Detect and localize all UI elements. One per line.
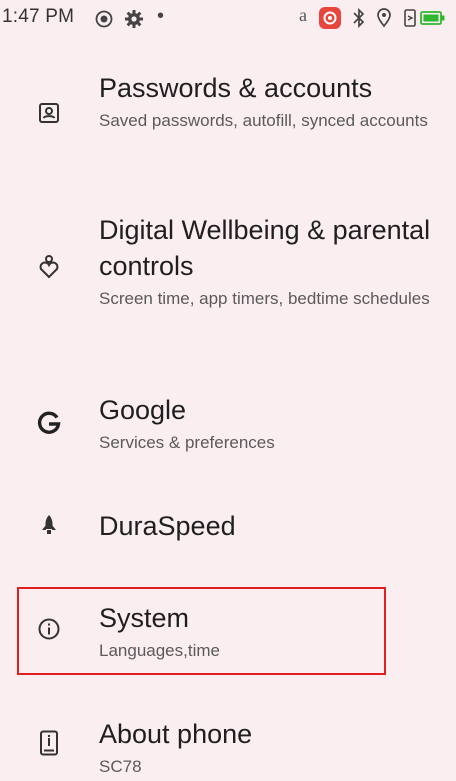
system-highlight-box [17, 587, 386, 675]
app-letter: a [299, 5, 307, 25]
battery-icon [420, 11, 445, 25]
wellbeing-icon [34, 252, 64, 282]
settings-item-duraspeed[interactable]: DuraSpeed [0, 500, 456, 560]
app-notification-icon [319, 7, 341, 29]
settings-item-subtitle: Screen time, app timers, bedtime schedul… [99, 289, 430, 308]
settings-item-passwords-accounts[interactable]: Passwords & accounts Saved passwords, au… [0, 62, 456, 172]
settings-item-title: DuraSpeed [99, 511, 236, 541]
settings-item-title: Passwords & accounts [99, 73, 373, 103]
gear-icon [125, 10, 143, 28]
settings-item-subtitle: Saved passwords, autofill, synced accoun… [99, 111, 428, 130]
settings-item-subtitle: SC78 [99, 757, 142, 776]
settings-item-about-phone[interactable]: About phone SC78 [0, 712, 456, 781]
status-bar: 1:47 PM • a [0, 0, 456, 34]
phone-icon [34, 728, 64, 758]
account-box-icon [34, 98, 64, 128]
settings-item-subtitle: Services & preferences [99, 433, 275, 452]
settings-item-digital-wellbeing[interactable]: Digital Wellbeing & parental controls Sc… [0, 206, 456, 356]
settings-item-title: About phone [99, 719, 253, 749]
google-icon [34, 408, 64, 438]
rocket-icon [34, 510, 64, 540]
bluetooth-icon [353, 8, 365, 28]
vibrate-icon [404, 9, 416, 27]
settings-item-google[interactable]: Google Services & preferences [0, 388, 456, 468]
settings-item-title: Google [99, 395, 187, 425]
location-icon [377, 8, 391, 28]
notification-dot: • [157, 5, 165, 27]
screen-record-icon [95, 10, 113, 28]
status-time: 1:47 PM [2, 6, 75, 27]
settings-item-title: Digital Wellbeing & parental controls [99, 215, 431, 281]
